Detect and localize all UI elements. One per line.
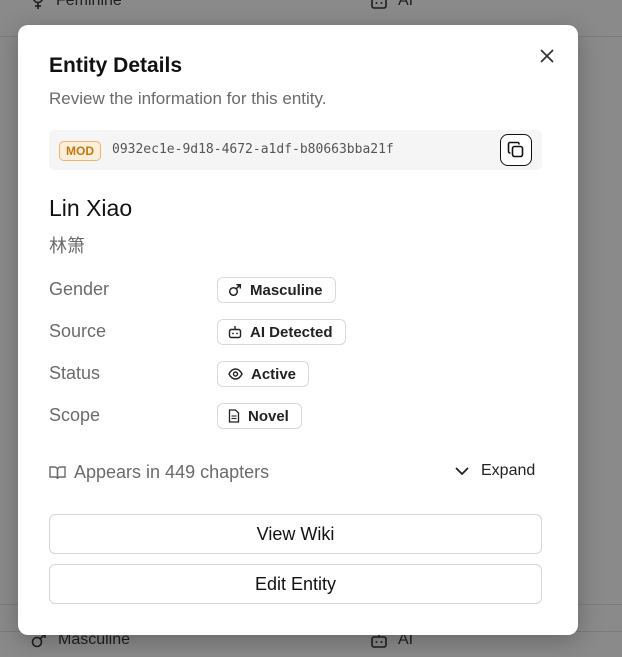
bot-icon [228,326,242,339]
gender-value: Masculine [250,281,323,299]
eye-icon [228,368,243,380]
document-icon [228,409,240,423]
female-icon [33,0,43,9]
scope-label: Scope [49,405,101,425]
gender-badge: Masculine [217,277,336,303]
book-open-icon [49,466,66,480]
source-value: AI Detected [250,323,333,341]
male-icon [228,283,242,297]
copy-icon [507,141,524,158]
source-badge: AI Detected [217,319,346,345]
entity-name: Lin Xiao [49,195,133,221]
mod-badge: MOD [59,141,101,161]
dialog-title: Entity Details [49,54,183,77]
expand-label: Expand [481,462,536,479]
dialog-subtitle: Review the information for this entity. [49,89,327,108]
chevron-down-icon [455,467,469,475]
source-label: Source [49,321,107,341]
status-label: Status [49,363,101,383]
gender-label: Gender [49,279,110,299]
status-badge: Active [217,361,310,387]
entity-native-name: 林箫 [49,236,85,256]
scope-badge: Novel [217,403,302,429]
expand-button[interactable]: Expand [455,462,535,480]
background-source: AI [398,0,414,9]
close-button[interactable] [537,46,557,66]
close-icon [540,49,554,63]
status-value: Active [251,365,297,383]
copy-id-button[interactable] [500,134,532,166]
edit-entity-button[interactable]: Edit Entity [49,564,542,604]
bot-icon [371,0,387,9]
appearances-text: Appears in 449 chapters [74,462,270,482]
background-gender: Feminine [56,0,122,9]
view-wiki-button[interactable]: View Wiki [49,514,542,554]
scope-value: Novel [248,407,289,425]
appearances-summary: Appears in 449 chapters [49,462,269,483]
entity-id-box: MOD 0932ec1e-9d18-4672-a1df-b80663bba21f [49,130,542,170]
entity-details-dialog: Entity Details Review the information fo… [18,25,578,635]
entity-id: 0932ec1e-9d18-4672-a1df-b80663bba21f [112,142,394,157]
